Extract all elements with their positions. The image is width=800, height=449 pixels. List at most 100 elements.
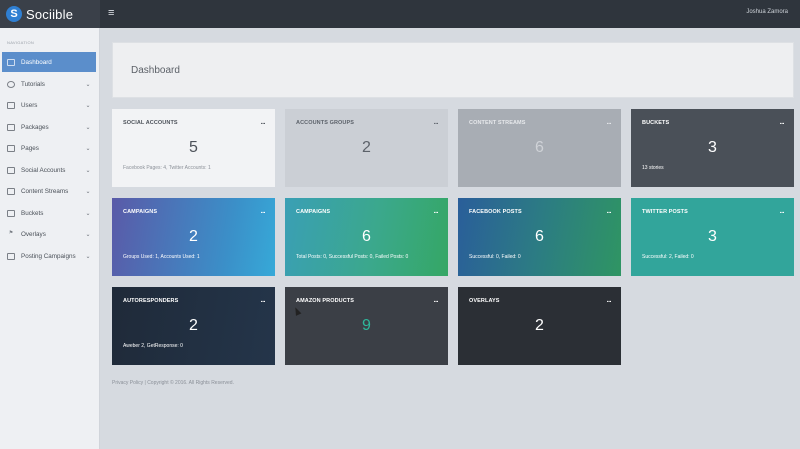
card-title: CAMPAIGNS bbox=[123, 209, 158, 215]
more-icon[interactable]: ... bbox=[434, 208, 439, 215]
page-title: Dashboard bbox=[131, 65, 180, 76]
chevron-down-icon: ⌄ bbox=[85, 167, 91, 174]
chevron-down-icon: ⌄ bbox=[85, 145, 91, 152]
card-value: 6 bbox=[535, 228, 544, 245]
calendar-icon bbox=[7, 252, 15, 260]
card-autoresponders[interactable]: AUTORESPONDERS ... 2 Aweber 2, GetRespon… bbox=[112, 287, 275, 365]
more-icon[interactable]: ... bbox=[607, 297, 612, 304]
more-icon[interactable]: ... bbox=[780, 119, 785, 126]
card-title: FACEBOOK POSTS bbox=[469, 209, 522, 215]
card-subtext: Aweber 2, GetResponse: 0 bbox=[123, 343, 183, 349]
more-icon[interactable]: ... bbox=[607, 208, 612, 215]
sidebar-item-label: Social Accounts bbox=[21, 166, 66, 174]
chevron-down-icon: ⌄ bbox=[85, 210, 91, 217]
sidebar-item-users[interactable]: Users ⌄ bbox=[2, 95, 96, 115]
page-icon bbox=[7, 144, 15, 152]
card-title: OVERLAYS bbox=[469, 298, 500, 304]
card-subtext: Facebook Pages: 4, Twitter Accounts: 1 bbox=[123, 165, 211, 171]
card-value: 2 bbox=[189, 317, 198, 334]
sidebar-item-pages[interactable]: Pages ⌄ bbox=[2, 138, 96, 158]
bucket-icon bbox=[7, 209, 15, 217]
card-title: BUCKETS bbox=[642, 120, 670, 126]
card-subtext: Groups Used: 1, Accounts Used: 1 bbox=[123, 254, 200, 260]
card-campaign-posts[interactable]: CAMPAIGNS ... 6 Total Posts: 0, Successf… bbox=[285, 198, 448, 276]
brand-logo[interactable]: S Sociible bbox=[0, 0, 100, 28]
card-subtext: Successful: 2, Failed: 0 bbox=[642, 254, 694, 260]
top-bar: S Sociible ≡ Joshua Zamora bbox=[0, 0, 800, 28]
chevron-down-icon: ⌄ bbox=[85, 231, 91, 238]
card-subtext: Total Posts: 0, Successful Posts: 0, Fai… bbox=[296, 254, 409, 260]
social-icon bbox=[7, 166, 15, 174]
nav-heading: NAVIGATION bbox=[7, 40, 35, 45]
card-facebook-posts[interactable]: FACEBOOK POSTS ... 6 Successful: 0, Fail… bbox=[458, 198, 621, 276]
footer-text[interactable]: Privacy Policy | Copyright © 2016. All R… bbox=[112, 380, 234, 386]
more-icon[interactable]: ... bbox=[607, 119, 612, 126]
card-buckets[interactable]: BUCKETS ... 3 13 stories bbox=[631, 109, 794, 187]
user-menu[interactable]: Joshua Zamora bbox=[746, 9, 788, 15]
card-value: 3 bbox=[708, 228, 717, 245]
card-title: TWITTER POSTS bbox=[642, 209, 688, 215]
card-title: CONTENT STREAMS bbox=[469, 120, 526, 126]
sidebar-item-packages[interactable]: Packages ⌄ bbox=[2, 117, 96, 137]
more-icon[interactable]: ... bbox=[261, 119, 266, 126]
sidebar-item-label: Content Streams bbox=[21, 187, 69, 195]
card-value: 5 bbox=[189, 139, 198, 156]
card-value: 2 bbox=[189, 228, 198, 245]
sidebar-item-label: Tutorials bbox=[21, 80, 45, 88]
sidebar-item-social-accounts[interactable]: Social Accounts ⌄ bbox=[2, 160, 96, 180]
card-accounts-groups[interactable]: ACCOUNTS GROUPS ... 2 bbox=[285, 109, 448, 187]
card-subtext: Successful: 0, Failed: 0 bbox=[469, 254, 521, 260]
sidebar-item-buckets[interactable]: Buckets ⌄ bbox=[2, 203, 96, 223]
chevron-down-icon: ⌄ bbox=[85, 253, 91, 260]
sidebar-item-label: Buckets bbox=[21, 209, 44, 217]
card-overlays[interactable]: OVERLAYS ... 2 bbox=[458, 287, 621, 365]
more-icon[interactable]: ... bbox=[261, 297, 266, 304]
sidebar-item-tutorials[interactable]: Tutorials ⌄ bbox=[2, 74, 96, 94]
card-title: CAMPAIGNS bbox=[296, 209, 331, 215]
card-title: ACCOUNTS GROUPS bbox=[296, 120, 355, 126]
card-value: 2 bbox=[535, 317, 544, 334]
card-value: 6 bbox=[362, 228, 371, 245]
sidebar-item-label: Pages bbox=[21, 144, 39, 152]
sidebar-item-label: Users bbox=[21, 101, 38, 109]
card-value: 3 bbox=[708, 139, 717, 156]
chevron-down-icon: ⌄ bbox=[85, 81, 91, 88]
card-content-streams[interactable]: CONTENT STREAMS ... 6 bbox=[458, 109, 621, 187]
more-icon[interactable]: ... bbox=[261, 208, 266, 215]
dashboard-icon bbox=[7, 58, 15, 66]
brand-name: Sociible bbox=[26, 6, 74, 22]
help-icon bbox=[7, 80, 15, 88]
flag-icon: ⚑ bbox=[8, 229, 14, 236]
sidebar: NAVIGATION Dashboard Tutorials ⌄ Users ⌄… bbox=[0, 28, 100, 449]
more-icon[interactable]: ... bbox=[434, 297, 439, 304]
card-title: SOCIAL ACCOUNTS bbox=[123, 120, 178, 126]
sociible-logo-icon: S bbox=[6, 6, 22, 22]
hamburger-icon[interactable]: ≡ bbox=[108, 7, 114, 19]
more-icon[interactable]: ... bbox=[780, 208, 785, 215]
package-icon bbox=[7, 123, 15, 131]
sidebar-item-overlays[interactable]: ⚑ Overlays ⌄ bbox=[2, 224, 96, 244]
card-amazon-products[interactable]: AMAZON PRODUCTS ... 9 bbox=[285, 287, 448, 365]
card-value: 6 bbox=[535, 139, 544, 156]
sidebar-item-label: Packages bbox=[21, 123, 49, 131]
card-title: AMAZON PRODUCTS bbox=[296, 298, 355, 304]
card-social-accounts[interactable]: SOCIAL ACCOUNTS ... 5 Facebook Pages: 4,… bbox=[112, 109, 275, 187]
card-value: 2 bbox=[362, 139, 371, 156]
sidebar-item-content-streams[interactable]: Content Streams ⌄ bbox=[2, 181, 96, 201]
card-subtext: 13 stories bbox=[642, 165, 664, 171]
page-header: Dashboard bbox=[112, 42, 794, 98]
more-icon[interactable]: ... bbox=[434, 119, 439, 126]
chevron-down-icon: ⌄ bbox=[85, 188, 91, 195]
sidebar-item-label: Posting Campaigns bbox=[21, 252, 76, 260]
sidebar-item-label: Overlays bbox=[21, 230, 46, 238]
edit-icon bbox=[7, 187, 15, 195]
users-icon bbox=[7, 101, 15, 109]
card-twitter-posts[interactable]: TWITTER POSTS ... 3 Successful: 2, Faile… bbox=[631, 198, 794, 276]
sidebar-item-label: Dashboard bbox=[21, 58, 52, 66]
card-value: 9 bbox=[362, 317, 371, 334]
sidebar-item-posting-campaigns[interactable]: Posting Campaigns ⌄ bbox=[2, 246, 96, 266]
chevron-down-icon: ⌄ bbox=[85, 102, 91, 109]
card-campaigns[interactable]: CAMPAIGNS ... 2 Groups Used: 1, Accounts… bbox=[112, 198, 275, 276]
card-title: AUTORESPONDERS bbox=[123, 298, 179, 304]
sidebar-item-dashboard[interactable]: Dashboard bbox=[2, 52, 96, 72]
